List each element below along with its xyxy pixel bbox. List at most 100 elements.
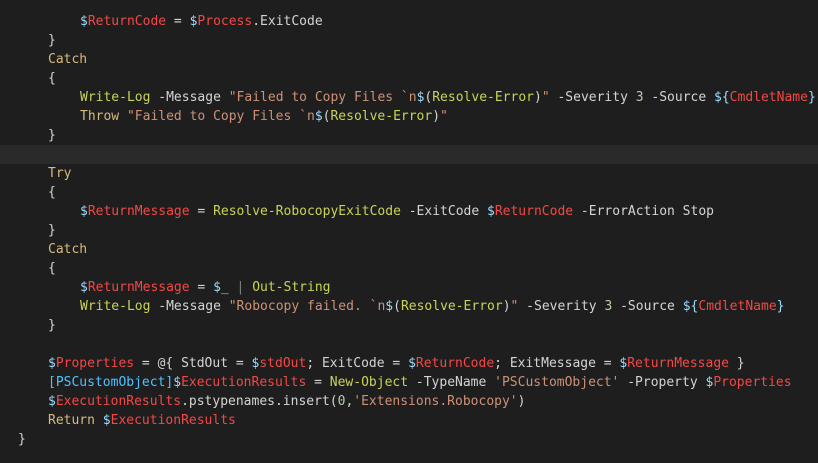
code-token: " xyxy=(440,109,448,124)
code-token: CmdletName xyxy=(698,299,777,314)
code-token: [PSCustomObject] xyxy=(48,375,174,390)
code-token: ${ xyxy=(682,299,699,314)
code-line-content: $ReturnMessage = Resolve-RobocopyExitCod… xyxy=(80,202,714,221)
code-token: = xyxy=(189,280,214,295)
code-token: ReturnCode xyxy=(415,356,495,371)
code-line-content: $Properties = @{ StdOut = $stdOut; ExitC… xyxy=(48,354,745,373)
code-token: "Failed to Copy Files `n xyxy=(119,109,315,124)
code-line[interactable]: { xyxy=(0,259,818,278)
code-line[interactable]: $ReturnMessage = $_ | Out-String xyxy=(0,278,818,297)
code-token: Return xyxy=(48,413,103,428)
code-line[interactable]: } xyxy=(0,430,818,449)
code-token: Try xyxy=(48,166,72,181)
code-line[interactable] xyxy=(0,335,818,354)
code-line-content: } xyxy=(48,316,56,335)
code-token: ) xyxy=(432,109,441,124)
code-token: ReturnMessage xyxy=(87,280,190,295)
code-token: -ErrorAction Stop xyxy=(573,204,714,219)
code-token: Throw xyxy=(80,109,120,124)
code-line-content: } xyxy=(48,31,56,50)
code-token: Resolve-Error xyxy=(432,90,534,105)
code-token: 3 xyxy=(635,90,644,105)
code-token: ${ xyxy=(714,90,730,105)
code-line[interactable]: Throw "Failed to Copy Files `n$(Resolve-… xyxy=(0,107,818,126)
code-token: { xyxy=(48,261,56,276)
code-token: ) xyxy=(517,394,526,409)
code-token: { xyxy=(48,71,56,86)
code-line[interactable]: } xyxy=(0,31,818,50)
code-line-content: Return $ExecutionResults xyxy=(48,411,236,430)
code-line[interactable]: $ReturnMessage = Resolve-RobocopyExitCod… xyxy=(0,202,818,221)
code-token: } xyxy=(48,318,56,333)
code-token: ExecutionResults xyxy=(55,394,182,409)
code-token: $ xyxy=(80,280,88,295)
code-token: $ xyxy=(48,356,56,371)
code-token: ; ExitMessage = xyxy=(494,356,620,371)
code-token: } xyxy=(776,299,785,314)
code-token: Out-String xyxy=(252,280,331,295)
code-token: $ xyxy=(385,299,394,314)
code-line[interactable]: } xyxy=(0,221,818,240)
code-line[interactable]: $ExecutionResults.pstypenames.insert(0,'… xyxy=(0,392,818,411)
code-token: } xyxy=(18,432,26,447)
code-token: ExecutionResults xyxy=(110,413,236,428)
code-line-content: [PSCustomObject]$ExecutionResults = New-… xyxy=(48,373,792,392)
code-line[interactable]: Catch xyxy=(0,240,818,259)
code-line[interactable]: [PSCustomObject]$ExecutionResults = New-… xyxy=(0,373,818,392)
code-token: ExecutionResults xyxy=(181,375,307,390)
code-token: } xyxy=(728,356,745,371)
code-token: ReturnCode xyxy=(87,14,167,29)
code-line[interactable]: $Properties = @{ StdOut = $stdOut; ExitC… xyxy=(0,354,818,373)
code-token: = @{ StdOut = xyxy=(134,356,252,371)
code-line-content: Try xyxy=(48,164,71,183)
code-token: Catch xyxy=(48,52,88,67)
code-line[interactable]: $ReturnCode = $Process.ExitCode xyxy=(0,12,818,31)
code-line[interactable]: } xyxy=(0,126,818,145)
code-token: { xyxy=(48,185,56,200)
code-token: $ xyxy=(80,14,88,29)
code-token: $_ xyxy=(213,280,229,295)
code-line[interactable]: Catch xyxy=(0,50,818,69)
code-token: .pstypenames.insert( xyxy=(181,394,338,409)
code-line[interactable]: Write-Log -Message "Robocopy failed. `n$… xyxy=(0,297,818,316)
code-line[interactable]: { xyxy=(0,183,818,202)
code-token: ReturnCode xyxy=(494,204,574,219)
code-token: ReturnMessage xyxy=(627,356,729,371)
code-line-content: { xyxy=(48,69,56,88)
code-line-content: Write-Log -Message "Failed to Copy Files… xyxy=(80,88,816,107)
code-token: stdOut xyxy=(259,356,307,371)
code-line[interactable] xyxy=(0,145,818,164)
code-line-content: $ExecutionResults.pstypenames.insert(0,'… xyxy=(48,392,525,411)
code-token: New-Object xyxy=(329,375,409,390)
code-token: -Message xyxy=(150,299,229,314)
code-line[interactable]: Return $ExecutionResults xyxy=(0,411,818,430)
code-token: Properties xyxy=(55,356,135,371)
code-token: .ExitCode xyxy=(252,14,323,29)
code-line[interactable]: } xyxy=(0,316,818,335)
code-token: -Message xyxy=(150,90,229,105)
code-token: 'PSCustomObject' xyxy=(494,375,620,390)
code-line-content: Write-Log -Message "Robocopy failed. `n$… xyxy=(80,297,784,316)
code-token: = xyxy=(166,14,190,29)
code-token: ReturnMessage xyxy=(87,204,190,219)
code-token: ( xyxy=(393,299,401,314)
code-token: $ xyxy=(314,109,323,124)
code-line-content: Catch xyxy=(48,240,87,259)
code-token: -Severity xyxy=(518,299,605,314)
code-token: Properties xyxy=(713,375,792,390)
code-line[interactable]: Write-Log -Message "Failed to Copy Files… xyxy=(0,88,818,107)
code-token: -Severity xyxy=(549,90,636,105)
code-token: $ xyxy=(408,356,416,371)
code-token: CmdletName xyxy=(729,90,808,105)
code-token: ) xyxy=(533,90,542,105)
code-token: Resolve-Error xyxy=(400,299,503,314)
code-token: Write-Log xyxy=(80,299,151,314)
code-token: "Failed to Copy Files `n xyxy=(228,90,417,105)
code-token: -Source xyxy=(612,299,683,314)
code-token: | xyxy=(228,280,253,295)
code-token: $ xyxy=(487,204,495,219)
code-line[interactable]: { xyxy=(0,69,818,88)
code-line[interactable]: Try xyxy=(0,164,818,183)
code-editor[interactable]: $ReturnCode = $Process.ExitCode} Catch { Wr… xyxy=(0,0,818,463)
code-token: } xyxy=(48,223,56,238)
